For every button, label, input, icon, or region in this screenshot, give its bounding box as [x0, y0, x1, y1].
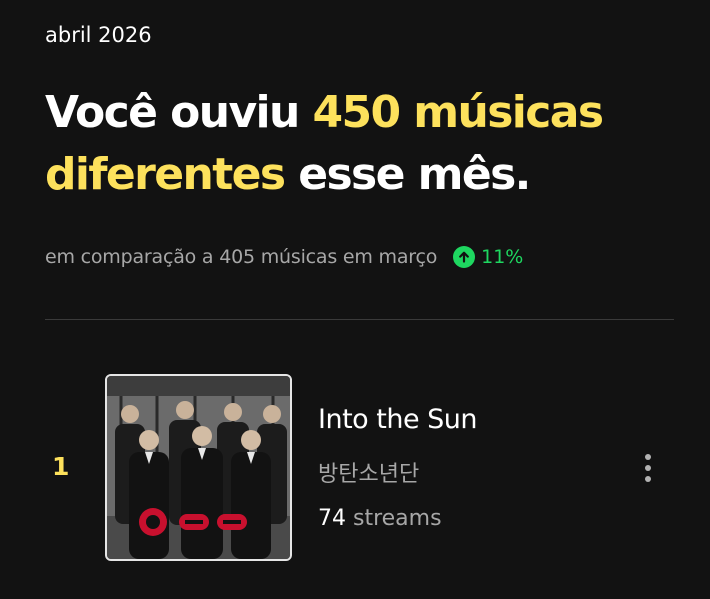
monthly-recap-screen: abril 2026 Você ouviu 450 músicas diferen… [0, 0, 710, 599]
more-options-button[interactable] [632, 446, 664, 490]
album-cover [105, 374, 292, 561]
period-label: abril 2026 [45, 23, 152, 47]
headline-suffix: esse mês. [284, 149, 531, 200]
track-artist[interactable]: 방탄소년단 [318, 456, 419, 488]
track-row[interactable]: 1 Into the Sun 방탄소년단 74 streams [0, 374, 710, 564]
headline-highlight-word: diferentes [45, 149, 286, 200]
arrow-up-circle-icon [453, 246, 476, 268]
headline-highlight-count: 450 músicas [312, 87, 604, 138]
headline: Você ouviu 450 músicas diferentes esse mê… [45, 82, 695, 206]
more-vertical-icon [645, 454, 651, 460]
trend-badge: 11% [453, 246, 523, 268]
track-streams: 74 streams [318, 506, 442, 531]
track-streams-label: streams [346, 506, 442, 531]
more-vertical-icon-dot [645, 465, 651, 471]
comparison-text: em comparação a 405 músicas em março [45, 246, 438, 268]
trend-value: 11% [481, 246, 524, 268]
divider [45, 319, 674, 320]
track-streams-count: 74 [318, 506, 346, 531]
track-title[interactable]: Into the Sun [318, 404, 478, 435]
more-vertical-icon-dot [645, 476, 651, 482]
track-rank: 1 [52, 452, 70, 481]
comparison-row: em comparação a 405 músicas em março 11% [45, 240, 523, 274]
headline-prefix: Você ouviu [45, 87, 313, 138]
